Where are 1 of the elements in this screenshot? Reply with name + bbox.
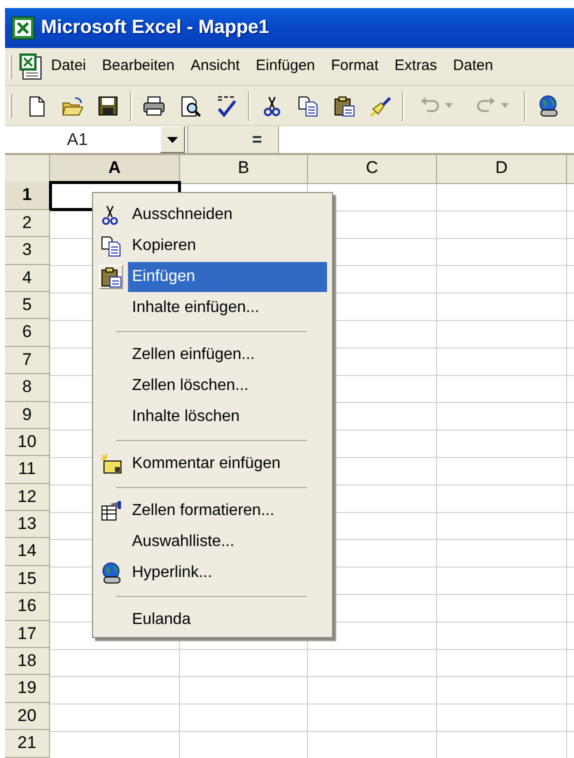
- window-title: Microsoft Excel - Mappe1: [41, 16, 270, 40]
